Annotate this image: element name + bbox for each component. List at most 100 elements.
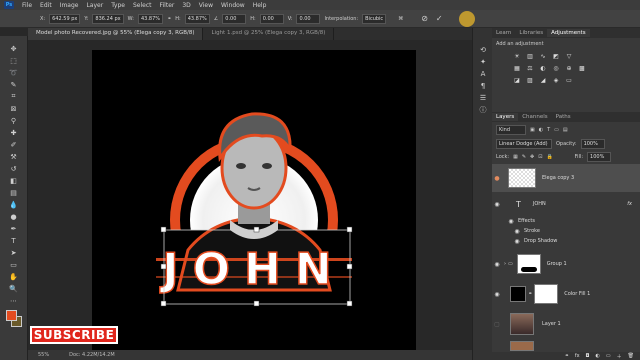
stamp-tool-icon[interactable]: ⚒ — [4, 151, 24, 162]
lock-all-icon[interactable]: 🔒 — [546, 154, 552, 160]
color-balance-icon[interactable]: ⚖ — [525, 64, 535, 72]
fx-badge[interactable]: fx — [627, 201, 632, 207]
menu-image[interactable]: Image — [60, 2, 79, 9]
layer-row-group-1[interactable]: ◉ › ▭ Group 1 — [492, 250, 640, 278]
effects-eye-icon[interactable]: ◉ — [506, 218, 516, 225]
brightness-icon[interactable]: ☀ — [512, 52, 522, 60]
subscribe-button[interactable]: SUBSCRIBE — [30, 326, 118, 344]
transform-handle[interactable] — [253, 226, 260, 233]
channel-mixer-icon[interactable]: ⊕ — [564, 64, 574, 72]
layer-row-partial[interactable] — [492, 340, 640, 352]
menu-select[interactable]: Select — [133, 2, 152, 9]
history-panel-icon[interactable]: ⟲ — [473, 44, 493, 55]
opacity-field[interactable]: 100% — [580, 139, 605, 149]
lasso-tool-icon[interactable]: ➰ — [4, 67, 24, 78]
photo-filter-icon[interactable]: ◎ — [551, 64, 561, 72]
layer-row-color-fill-1[interactable]: ◉ ⚭ Color Fill 1 — [492, 280, 640, 308]
lock-paint-icon[interactable]: ✎ — [522, 154, 526, 160]
transform-handle[interactable] — [346, 263, 353, 270]
transform-handle[interactable] — [346, 226, 353, 233]
layer-row-elega-copy-3[interactable]: ● Elega copy 3 — [492, 164, 640, 192]
path-select-tool-icon[interactable]: ➤ — [4, 247, 24, 258]
menu-3d[interactable]: 3D — [182, 2, 190, 9]
w-field[interactable]: 43.87% — [137, 13, 164, 24]
add-mask-icon[interactable]: ◘ — [586, 353, 590, 359]
tab-adjustments[interactable]: Adjustments — [547, 29, 590, 37]
curves-icon[interactable]: ∿ — [538, 52, 548, 60]
layer-row-layer-1[interactable]: ▢ Layer 1 — [492, 310, 640, 338]
filter-pixel-icon[interactable]: ▣ — [530, 127, 535, 133]
transform-handle[interactable] — [160, 263, 167, 270]
visibility-eye-icon[interactable]: ◉ — [492, 291, 502, 298]
menu-filter[interactable]: Filter — [160, 2, 175, 9]
pen-tool-icon[interactable]: ✒ — [4, 223, 24, 234]
blend-mode-select[interactable]: Linear Dodge (Add) — [496, 139, 552, 149]
levels-icon[interactable]: ▥ — [525, 52, 535, 60]
tab-learn[interactable]: Learn — [492, 29, 515, 37]
h-field[interactable]: 43.87% — [184, 13, 210, 24]
lock-position-icon[interactable]: ✥ — [530, 154, 534, 160]
hand-tool-icon[interactable]: ✋ — [4, 271, 24, 282]
info-panel-icon[interactable]: ⓘ — [473, 104, 493, 115]
eyedropper-tool-icon[interactable]: ⚲ — [4, 115, 24, 126]
menu-window[interactable]: Window — [221, 2, 245, 9]
black-white-icon[interactable]: ◐ — [538, 64, 548, 72]
invert-icon[interactable]: ◪ — [512, 76, 522, 84]
dodge-tool-icon[interactable]: ● — [4, 211, 24, 222]
menu-layer[interactable]: Layer — [86, 2, 103, 9]
quick-select-tool-icon[interactable]: ✎ — [4, 79, 24, 90]
eraser-tool-icon[interactable]: ◧ — [4, 175, 24, 186]
shape-tool-icon[interactable]: ▭ — [4, 259, 24, 270]
new-group-icon[interactable]: ▭ — [606, 353, 611, 359]
new-adjustment-icon[interactable]: ◐ — [596, 353, 600, 359]
fill-field[interactable]: 100% — [587, 152, 612, 162]
link-layers-icon[interactable]: ⚭ — [565, 353, 569, 359]
lock-pixels-icon[interactable]: ▦ — [513, 154, 518, 160]
menu-help[interactable]: Help — [253, 2, 267, 9]
transform-handle[interactable] — [160, 226, 167, 233]
vibrance-icon[interactable]: ▽ — [564, 52, 574, 60]
commit-transform-icon[interactable]: ✓ — [436, 14, 443, 23]
transform-handle[interactable] — [160, 300, 167, 307]
selective-color-icon[interactable]: ◈ — [551, 76, 561, 84]
x-field[interactable]: 642.59 px — [49, 13, 81, 24]
new-layer-icon[interactable]: ＋ — [617, 353, 622, 360]
posterize-icon[interactable]: ▨ — [525, 76, 535, 84]
transform-handle[interactable] — [346, 300, 353, 307]
expand-chevron-icon[interactable]: › — [504, 261, 506, 267]
crop-tool-icon[interactable]: ⌗ — [4, 91, 24, 102]
warp-icon[interactable]: ⌘ — [398, 16, 403, 22]
tab-libraries[interactable]: Libraries — [515, 29, 547, 37]
interpolation-select[interactable]: Bicubic — [362, 13, 387, 24]
threshold-icon[interactable]: ◢ — [538, 76, 548, 84]
zoom-tool-icon[interactable]: 🔍 — [4, 283, 24, 294]
tab-layers[interactable]: Layers — [492, 113, 519, 121]
visibility-eye-icon[interactable]: ▢ — [492, 321, 502, 328]
healing-tool-icon[interactable]: ✚ — [4, 127, 24, 138]
visibility-eye-icon[interactable]: ● — [492, 175, 502, 182]
kind-filter-select[interactable]: Kind — [496, 125, 526, 135]
filter-adjust-icon[interactable]: ◐ — [539, 127, 543, 133]
blur-tool-icon[interactable]: 💧 — [4, 199, 24, 210]
visibility-eye-icon[interactable]: ◉ — [492, 201, 502, 208]
document-canvas[interactable]: JOHN — [92, 50, 416, 350]
character-panel-icon[interactable]: A — [473, 68, 493, 79]
tab-paths[interactable]: Paths — [552, 113, 575, 121]
link-icon[interactable]: ⚭ — [167, 16, 171, 22]
type-tool-icon[interactable]: T — [4, 235, 24, 246]
marquee-tool-icon[interactable]: ⬚ — [4, 55, 24, 66]
filter-shape-icon[interactable]: ▭ — [554, 127, 559, 133]
h-skew-field[interactable]: 0.00 — [259, 13, 284, 24]
foreground-color-swatch[interactable] — [6, 310, 17, 321]
tab-light-1[interactable]: Light 1.psd @ 25% (Elega copy 3, RGB/8) — [203, 28, 335, 40]
history-brush-icon[interactable]: ↺ — [4, 163, 24, 174]
menu-edit[interactable]: Edit — [40, 2, 52, 9]
tab-channels[interactable]: Channels — [518, 113, 551, 121]
layer-row-john[interactable]: ◉ T JOHN fx — [492, 194, 640, 214]
y-field[interactable]: 836.24 px — [92, 13, 124, 24]
move-tool-icon[interactable]: ✥ — [4, 43, 24, 54]
frame-tool-icon[interactable]: ⊠ — [4, 103, 24, 114]
transform-handle[interactable] — [253, 300, 260, 307]
cancel-transform-icon[interactable]: ⊘ — [421, 14, 428, 23]
brush-tool-icon[interactable]: ✐ — [4, 139, 24, 150]
